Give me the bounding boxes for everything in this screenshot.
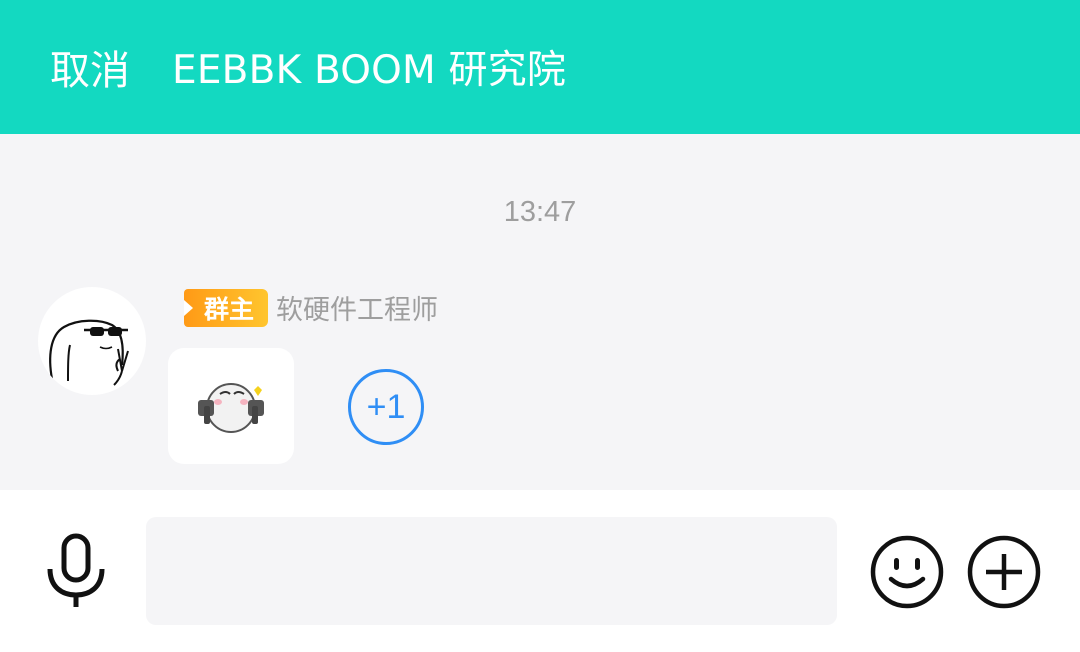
smiley-icon <box>870 535 944 609</box>
plus-one-button[interactable]: +1 <box>348 369 424 445</box>
message-input[interactable] <box>146 517 837 625</box>
group-title: EEBBK BOOM 研究院 <box>172 48 567 93</box>
microphone-icon <box>47 533 105 607</box>
plus-circle-icon <box>967 535 1041 609</box>
pistol-bean-sticker-icon <box>198 383 264 433</box>
voice-input-button[interactable] <box>44 533 108 609</box>
more-actions-button[interactable] <box>967 535 1041 609</box>
sticker-message[interactable] <box>168 348 294 464</box>
cancel-button[interactable]: 取消 <box>50 38 130 96</box>
group-owner-badge: 群主 <box>184 288 268 327</box>
sender-avatar[interactable] <box>38 287 146 395</box>
sender-name[interactable]: 软硬件工程师 <box>276 288 438 327</box>
emoji-button[interactable] <box>870 535 944 609</box>
sender-info: 群主 软硬件工程师 <box>184 288 438 327</box>
message-list: 13:47 群主 软硬件工程师 +1 <box>0 134 1080 490</box>
sunglasses-character-avatar-icon <box>49 319 129 386</box>
chat-header: 取消 EEBBK BOOM 研究院 <box>0 0 1080 134</box>
message-timestamp: 13:47 <box>503 196 577 228</box>
